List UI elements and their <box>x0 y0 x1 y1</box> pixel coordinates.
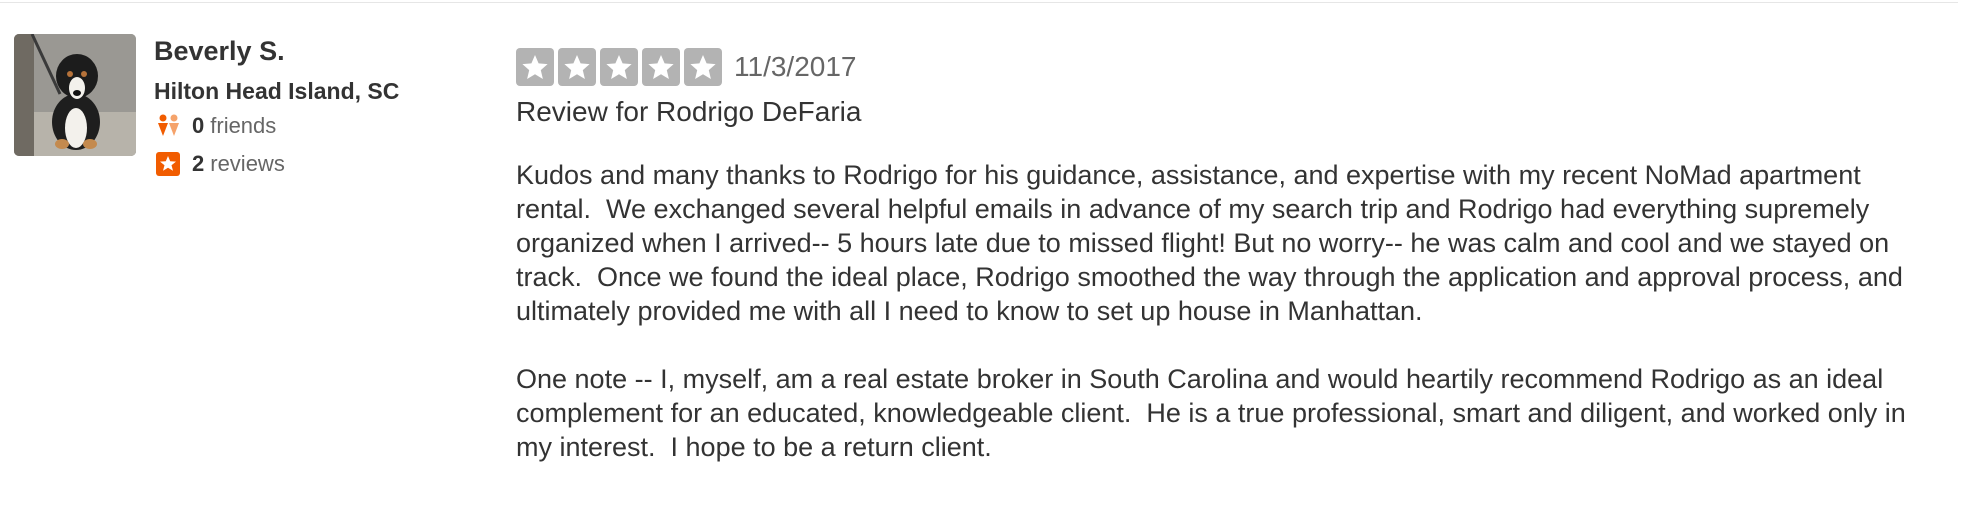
rating-row: 11/3/2017 <box>516 48 1936 86</box>
review-text: Kudos and many thanks to Rodrigo for his… <box>516 158 1936 464</box>
friends-label: friends <box>210 113 277 138</box>
review-paragraph: Kudos and many thanks to Rodrigo for his… <box>516 160 1911 326</box>
friends-icon <box>154 112 182 140</box>
friends-count: 0 <box>192 113 205 138</box>
review-content: 11/3/2017 Review for Rodrigo DeFaria Kud… <box>516 48 1936 498</box>
reviews-label: reviews <box>210 151 285 176</box>
review-star-icon <box>154 150 182 178</box>
review-for-title: Review for Rodrigo DeFaria <box>516 96 862 127</box>
reviews-stat: 2 reviews <box>154 150 285 178</box>
review-date: 11/3/2017 <box>734 51 857 82</box>
reviewer-location: Hilton Head Island, SC <box>154 78 400 104</box>
reviewer-name[interactable]: Beverly S. <box>154 36 285 67</box>
top-divider <box>0 2 1958 3</box>
star-icon <box>684 48 722 86</box>
star-rating <box>516 48 722 86</box>
review-paragraph: One note -- I, myself, am a real estate … <box>516 364 1914 462</box>
reviews-count: 2 <box>192 151 205 176</box>
star-icon <box>642 48 680 86</box>
star-icon <box>516 48 554 86</box>
star-icon <box>600 48 638 86</box>
star-icon <box>558 48 596 86</box>
dog-photo-avatar-icon <box>14 34 136 156</box>
reviewer-avatar[interactable] <box>14 34 136 156</box>
friends-stat: 0 friends <box>154 112 276 140</box>
